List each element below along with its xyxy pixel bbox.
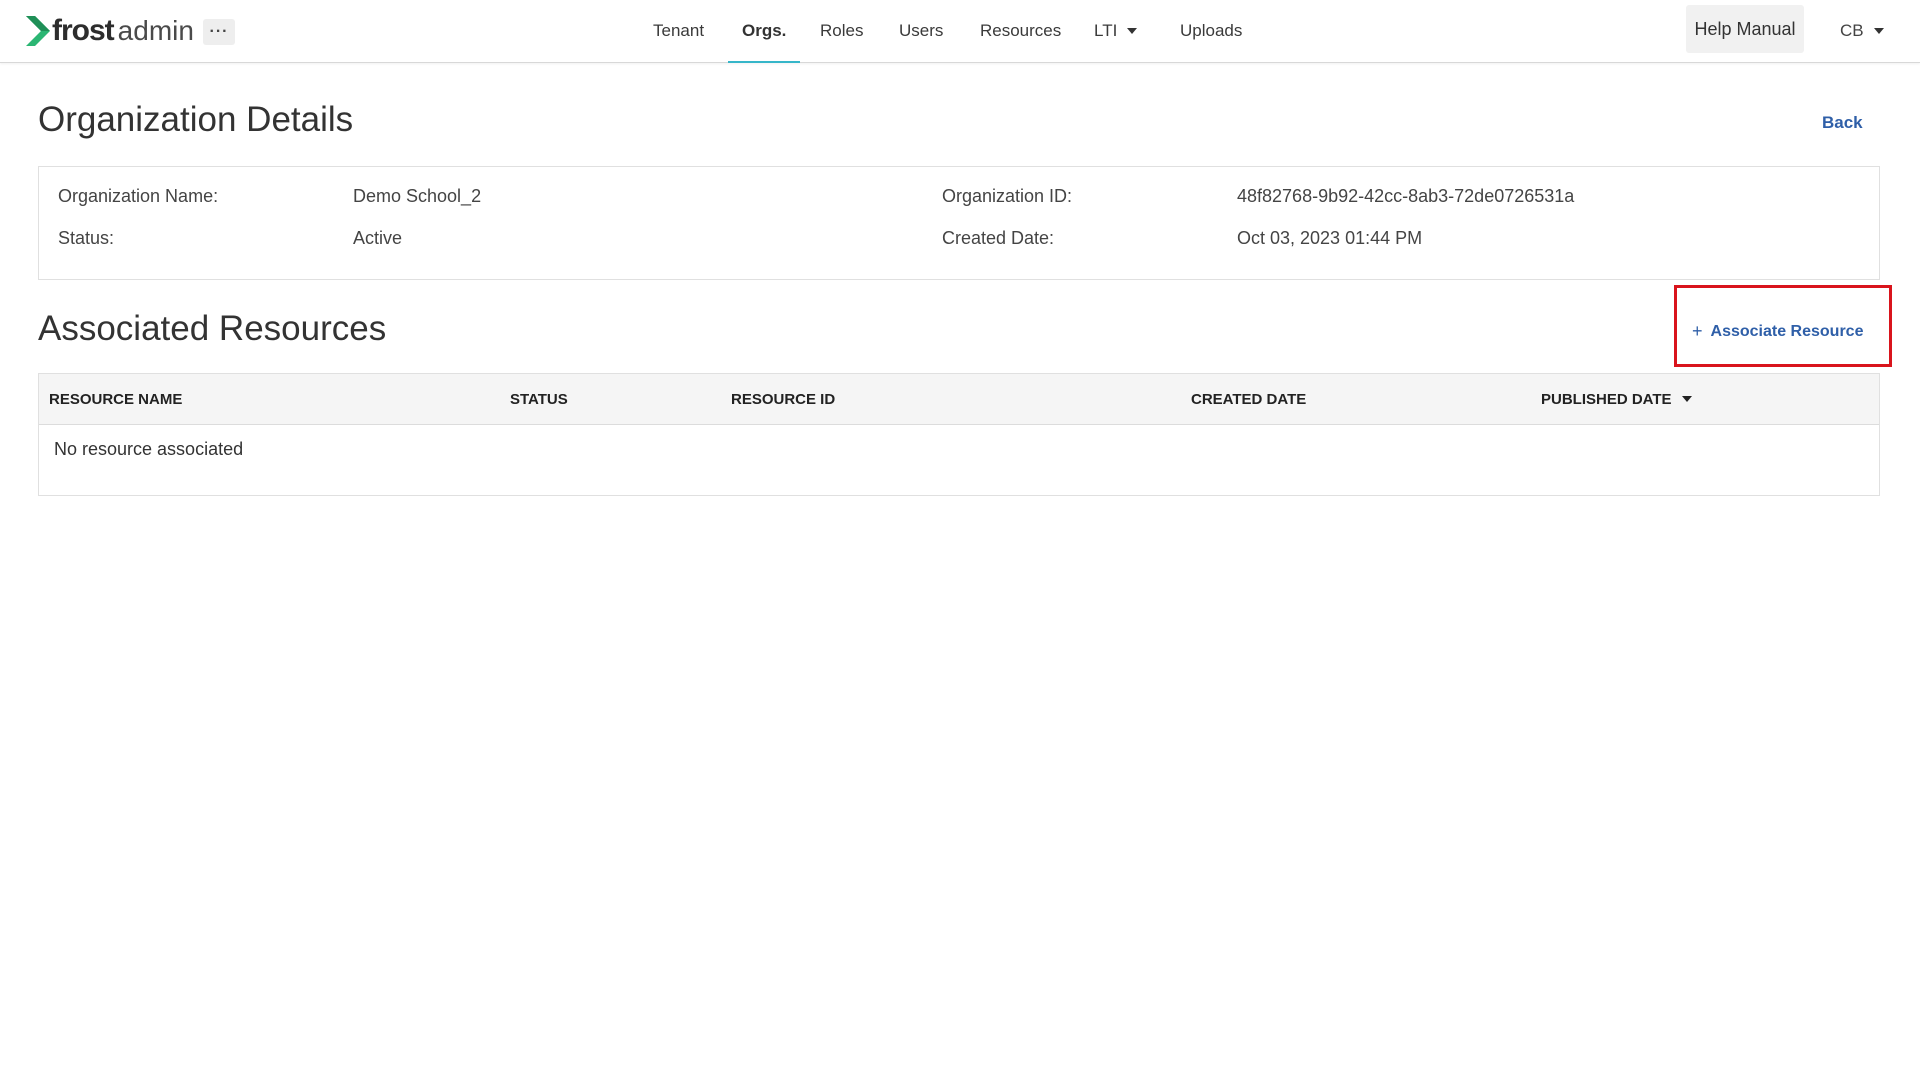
- top-navbar: frost admin ··· Tenant Orgs. Roles Users…: [0, 0, 1920, 63]
- nav-item-users[interactable]: Users: [899, 0, 943, 62]
- nav-item-orgs[interactable]: Orgs.: [727, 0, 801, 63]
- associated-resources-title: Associated Resources: [38, 309, 387, 348]
- created-date-value: Oct 03, 2023 01:44 PM: [1237, 228, 1423, 248]
- column-header-resource-id[interactable]: RESOURCE ID: [731, 374, 835, 424]
- table-header: RESOURCE NAME STATUS RESOURCE ID CREATED…: [39, 374, 1879, 425]
- column-header-status[interactable]: STATUS: [510, 374, 568, 424]
- back-link[interactable]: Back: [1822, 113, 1863, 133]
- empty-table-message: No resource associated: [54, 439, 244, 459]
- column-header-published-date[interactable]: PUBLISHED DATE: [1541, 374, 1692, 424]
- plus-icon: +: [1692, 321, 1703, 341]
- nav-item-lti[interactable]: LTI: [1094, 0, 1138, 62]
- status-value: Active: [353, 228, 403, 248]
- created-date-label: Created Date:: [942, 228, 1055, 248]
- page-title: Organization Details: [38, 100, 354, 139]
- organization-details-card: Organization Name: Demo School_2 Status:…: [38, 166, 1880, 280]
- help-manual-button[interactable]: Help Manual: [1686, 5, 1804, 53]
- resources-table: RESOURCE NAME STATUS RESOURCE ID CREATED…: [38, 373, 1880, 496]
- caret-down-icon: [1873, 28, 1884, 34]
- user-menu[interactable]: CB: [1840, 0, 1884, 62]
- nav-item-resources[interactable]: Resources: [980, 0, 1061, 62]
- org-name-value: Demo School_2: [353, 186, 482, 206]
- column-header-published-date-label: PUBLISHED DATE: [1541, 390, 1672, 408]
- nav-item-tenant[interactable]: Tenant: [653, 0, 704, 62]
- org-name-label: Organization Name:: [58, 186, 219, 206]
- nav-item-uploads[interactable]: Uploads: [1180, 0, 1242, 62]
- status-label: Status:: [58, 228, 115, 248]
- column-header-resource-name[interactable]: RESOURCE NAME: [49, 374, 182, 424]
- nav-item-lti-label: LTI: [1094, 21, 1118, 40]
- org-id-value: 48f82768-9b92-42cc-8ab3-72de0726531a: [1237, 186, 1575, 206]
- user-initials: CB: [1840, 21, 1864, 40]
- associate-resource-button[interactable]: + Associate Resource: [1692, 321, 1863, 342]
- main-nav: Tenant Orgs. Roles Users Resources LTI U…: [0, 0, 1920, 63]
- caret-down-icon: [1127, 28, 1138, 34]
- caret-down-icon: [1681, 396, 1692, 402]
- nav-item-roles[interactable]: Roles: [820, 0, 863, 62]
- associate-resource-label: Associate Resource: [1710, 322, 1864, 340]
- column-header-created-date[interactable]: CREATED DATE: [1191, 374, 1306, 424]
- org-id-label: Organization ID:: [942, 186, 1073, 206]
